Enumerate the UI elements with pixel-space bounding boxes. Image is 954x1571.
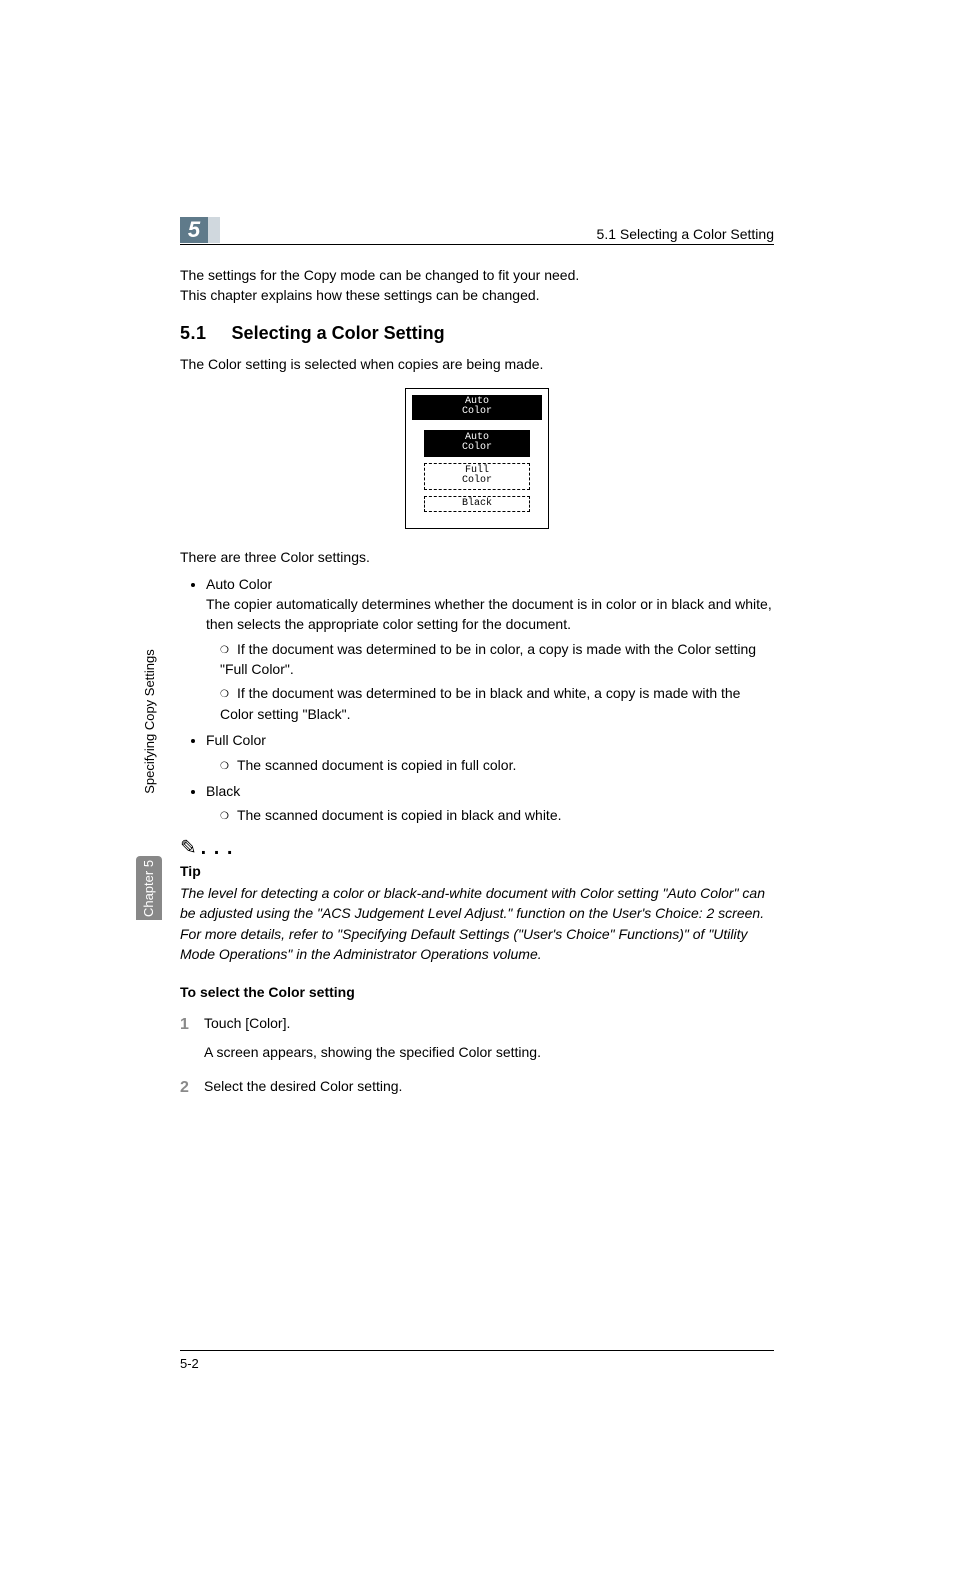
step-2-body: Select the desired Color setting. [204,1076,774,1099]
step-2: 2 Select the desired Color setting. [180,1076,774,1099]
black-title: Black [206,781,774,801]
auto-sublist: If the document was determined to be in … [180,639,774,725]
procedure-title: To select the Color setting [180,982,774,1002]
auto-desc: The copier automatically determines whet… [206,596,772,632]
content-area: The settings for the Copy mode can be ch… [180,265,774,1103]
auto-sub-2: If the document was determined to be in … [220,683,774,724]
lcd-option-full-color: Full Color [424,463,530,490]
section-number: 5.1 [180,323,207,343]
side-tab: Specifying Copy Settings Chapter 5 [136,590,162,920]
tip-label: Tip [180,861,774,881]
bullet-full: Full Color [180,730,774,750]
bullet-auto-item: Auto Color The copier automatically dete… [206,574,774,635]
lcd-opt3: Black [462,498,492,509]
side-chapter-label-text: Chapter 5 [142,859,157,916]
section-heading: 5.1 Selecting a Color Setting [180,320,774,346]
black-sub-1: The scanned document is copied in black … [220,805,774,826]
step-2-number: 2 [180,1076,204,1099]
lcd-opt1-l2: Color [462,442,492,453]
auto-title: Auto Color [206,576,272,592]
page: 5 5.1 Selecting a Color Setting Specifyi… [0,0,954,1571]
header-section-ref: 5.1 Selecting a Color Setting [597,226,774,242]
tip-block: ✎ . . . Tip The level for detecting a co… [180,834,774,964]
full-sublist: The scanned document is copied in full c… [180,755,774,776]
footer-page-number: 5-2 [180,1356,199,1371]
section-title-text: Selecting a Color Setting [232,323,445,343]
black-sublist: The scanned document is copied in black … [180,805,774,826]
step-1-follow: A screen appears, showing the specified … [204,1042,774,1062]
intro-line-2: This chapter explains how these settings… [180,285,774,305]
chapter-number: 5 [188,217,200,243]
lcd-title-l2: Color [462,406,492,417]
header-rule [180,244,774,245]
tip-dots: . . . [201,837,234,859]
side-chapter-title: Specifying Copy Settings [136,596,162,846]
lcd-title: Auto Color [412,395,542,420]
intro-block: The settings for the Copy mode can be ch… [180,265,774,306]
three-settings-text: There are three Color settings. [180,547,774,567]
full-sub-1: The scanned document is copied in full c… [220,755,774,776]
step-1: 1 Touch [Color]. [180,1013,774,1036]
lcd-figure: Auto Color Auto Color Full Color Black [405,388,549,530]
intro-line-1: The settings for the Copy mode can be ch… [180,265,774,285]
auto-sub-1: If the document was determined to be in … [220,639,774,680]
section-lead: The Color setting is selected when copie… [180,354,774,374]
chapter-number-box: 5 [180,217,208,243]
side-chapter-label: Chapter 5 [136,856,162,920]
step-1-number: 1 [180,1013,204,1036]
full-title: Full Color [206,730,774,750]
pencil-icon: ✎ [180,837,197,859]
bullet-auto: Auto Color The copier automatically dete… [180,574,774,635]
lcd-opt2-l2: Color [462,475,492,486]
lcd-option-black: Black [424,496,530,513]
tip-body: The level for detecting a color or black… [180,883,774,964]
side-title-text: Specifying Copy Settings [142,649,157,794]
step-1-body: Touch [Color]. [204,1013,774,1036]
bullet-black: Black [180,781,774,801]
lcd-option-auto-color: Auto Color [424,430,530,457]
chapter-box-accent [208,217,220,243]
